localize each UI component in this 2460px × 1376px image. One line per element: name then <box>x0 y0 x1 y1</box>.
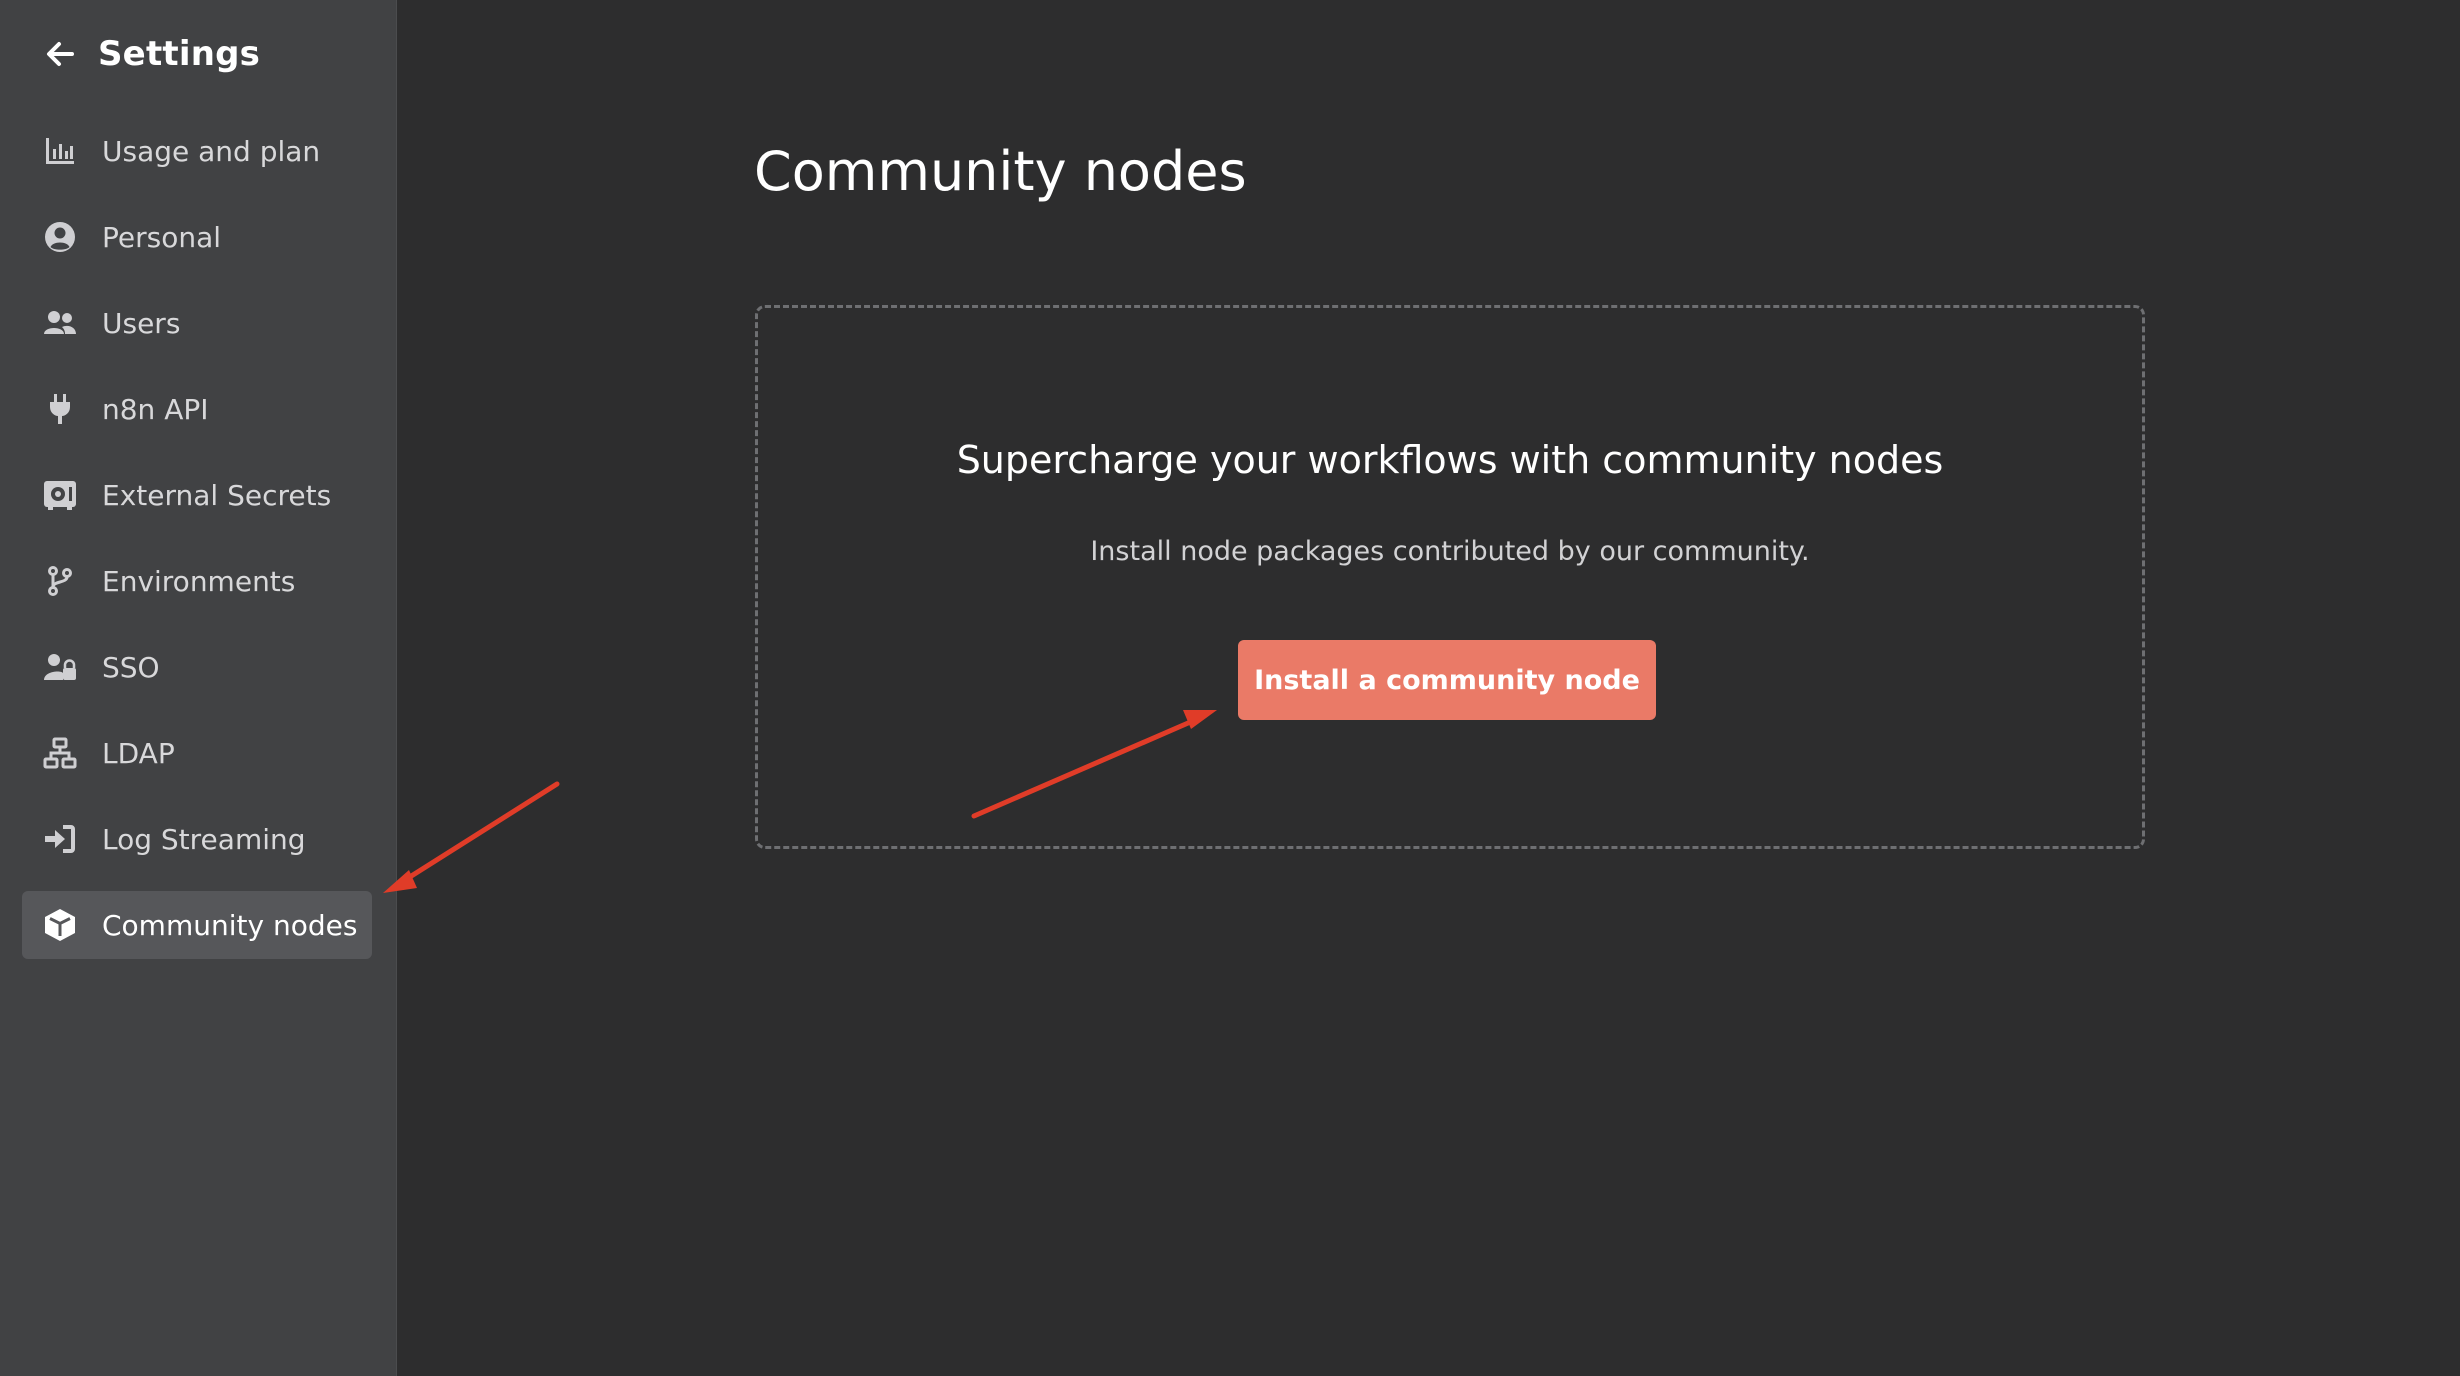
install-community-node-button[interactable]: Install a community node <box>1238 640 1656 720</box>
sidebar-item-label: Usage and plan <box>102 134 321 168</box>
users-icon <box>42 305 78 341</box>
sidebar-item-users[interactable]: Users <box>22 289 372 357</box>
sidebar-item-sso[interactable]: SSO <box>22 633 372 701</box>
git-branch-icon <box>42 563 78 599</box>
community-nodes-empty-state: Supercharge your workflows with communit… <box>755 305 2145 849</box>
settings-back-link[interactable]: Settings <box>40 30 260 78</box>
sidebar-item-label: n8n API <box>102 392 209 426</box>
empty-state-heading: Supercharge your workflows with communit… <box>956 438 1944 482</box>
bar-chart-icon <box>42 133 78 169</box>
network-icon <box>42 735 78 771</box>
sidebar-item-label: Community nodes <box>102 908 358 942</box>
plug-icon <box>42 391 78 427</box>
sign-in-icon <box>42 821 78 857</box>
sidebar-title: Settings <box>98 34 261 74</box>
sidebar-item-usage-and-plan[interactable]: Usage and plan <box>22 117 372 185</box>
sidebar-item-external-secrets[interactable]: External Secrets <box>22 461 372 529</box>
user-lock-icon <box>42 649 78 685</box>
sidebar-item-log-streaming[interactable]: Log Streaming <box>22 805 372 873</box>
sidebar-item-label: Users <box>102 306 181 340</box>
settings-sidebar: Settings Usage and plan Personal Users n… <box>0 0 397 1376</box>
sidebar-item-label: SSO <box>102 650 160 684</box>
sidebar-item-environments[interactable]: Environments <box>22 547 372 615</box>
vault-icon <box>42 477 78 513</box>
settings-nav: Usage and plan Personal Users n8n API Ex… <box>22 117 372 977</box>
sidebar-item-label: Personal <box>102 220 222 254</box>
main-content: Community nodes Supercharge your workflo… <box>398 0 2460 1376</box>
sidebar-item-label: External Secrets <box>102 478 332 512</box>
user-circle-icon <box>42 219 78 255</box>
sidebar-item-community-nodes[interactable]: Community nodes <box>22 891 372 959</box>
sidebar-item-n8n-api[interactable]: n8n API <box>22 375 372 443</box>
sidebar-item-label: LDAP <box>102 736 175 770</box>
sidebar-item-personal[interactable]: Personal <box>22 203 372 271</box>
sidebar-item-ldap[interactable]: LDAP <box>22 719 372 787</box>
page-title: Community nodes <box>754 140 1247 203</box>
sidebar-item-label: Environments <box>102 564 296 598</box>
arrow-left-icon[interactable] <box>40 34 80 74</box>
empty-state-description: Install node packages contributed by our… <box>1090 536 1810 567</box>
sidebar-item-label: Log Streaming <box>102 822 306 856</box>
cube-icon <box>42 907 78 943</box>
